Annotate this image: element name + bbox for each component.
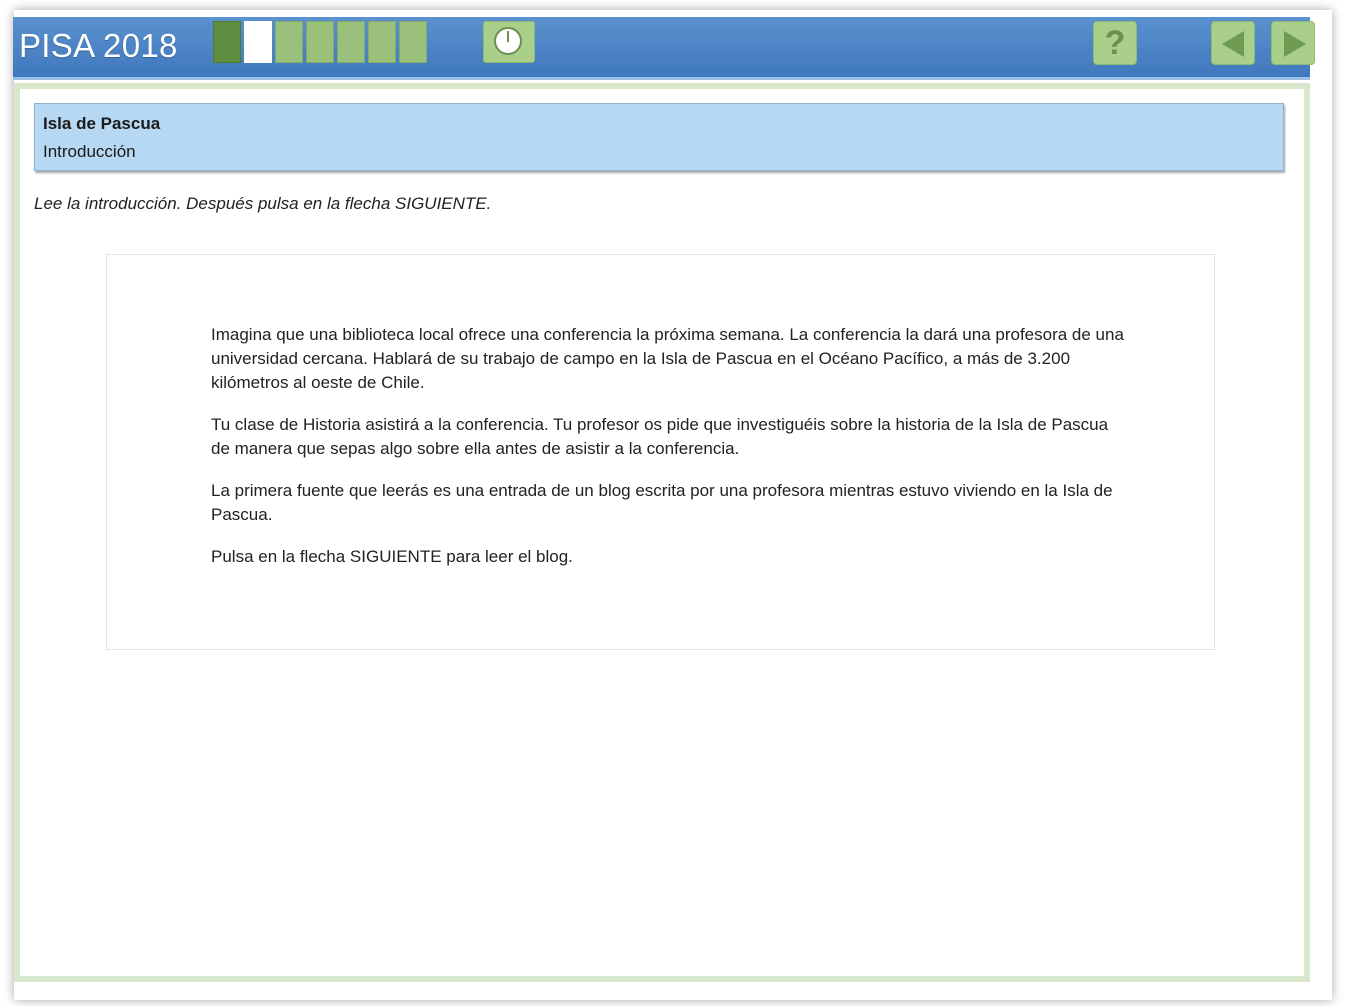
timer-button[interactable] <box>483 21 535 63</box>
passage-paragraph: Pulsa en la flecha SIGUIENTE para leer e… <box>211 547 573 566</box>
triangle-left-icon <box>1222 31 1244 57</box>
app-title: PISA 2018 <box>19 27 178 64</box>
question-mark-icon: ? <box>1104 24 1126 62</box>
passage-box: Imagina que una biblioteca local ofrece … <box>106 254 1215 650</box>
previous-button[interactable] <box>1211 21 1255 65</box>
progress-segment-2 <box>244 21 272 63</box>
passage-paragraph: Tu clase de Historia asistirá a la confe… <box>211 415 1109 458</box>
progress-segment-5 <box>337 21 365 63</box>
progress-segment-7 <box>399 21 427 63</box>
progress-segment-1 <box>213 21 241 63</box>
triangle-right-icon <box>1284 31 1306 57</box>
clock-icon <box>494 27 522 55</box>
unit-subtitle: Introducción <box>43 142 136 161</box>
progress-segment-4 <box>306 21 334 63</box>
content-area: Isla de Pascua Introducción Lee la intro… <box>14 83 1310 982</box>
help-button[interactable]: ? <box>1093 21 1137 65</box>
progress-bar <box>213 21 427 63</box>
passage-paragraph: La primera fuente que leerás es una entr… <box>211 481 1113 524</box>
progress-segment-3 <box>275 21 303 63</box>
unit-header: Isla de Pascua Introducción <box>34 103 1284 171</box>
top-toolbar: PISA 2018 ? <box>13 17 1315 80</box>
instruction-text: Lee la introducción. Después pulsa en la… <box>34 194 492 213</box>
progress-segment-6 <box>368 21 396 63</box>
next-button[interactable] <box>1271 21 1315 65</box>
passage-paragraph: Imagina que una biblioteca local ofrece … <box>211 325 1124 392</box>
unit-title: Isla de Pascua <box>43 114 161 133</box>
passage-text: Imagina que una biblioteca local ofrece … <box>211 323 1131 587</box>
